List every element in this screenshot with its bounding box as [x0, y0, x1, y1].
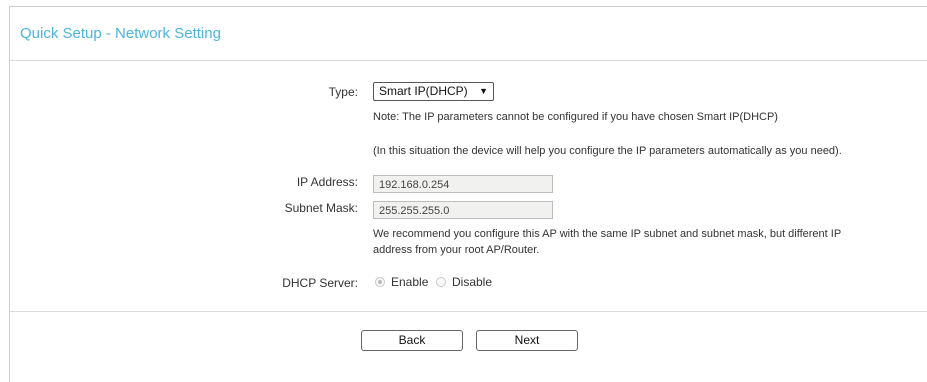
subnet-mask-label: Subnet Mask: [284, 201, 358, 215]
header-divider [10, 60, 927, 61]
type-select-value: Smart IP(DHCP) [379, 84, 468, 98]
type-note: Note: The IP parameters cannot be config… [373, 111, 778, 123]
setup-panel [9, 6, 927, 382]
next-button[interactable]: Next [476, 330, 578, 351]
dhcp-disable-label[interactable]: Disable [452, 275, 492, 289]
type-label: Type: [328, 85, 358, 99]
dhcp-enable-label[interactable]: Enable [391, 275, 428, 289]
dhcp-enable-radio[interactable] [375, 277, 385, 287]
chevron-down-icon: ▼ [479, 86, 488, 96]
recommendation-line-2: address from your root AP/Router. [373, 244, 540, 256]
type-select[interactable]: Smart IP(DHCP) ▼ [373, 82, 494, 101]
recommendation-line-1: We recommend you configure this AP with … [373, 228, 842, 240]
dhcp-server-label: DHCP Server: [282, 276, 358, 290]
dhcp-disable-radio[interactable] [436, 277, 446, 287]
footer-divider [10, 311, 927, 312]
subnet-mask-field[interactable]: 255.255.255.0 [373, 201, 553, 219]
type-explanation: (In this situation the device will help … [373, 145, 842, 157]
ip-address-field[interactable]: 192.168.0.254 [373, 175, 553, 193]
back-button[interactable]: Back [361, 330, 463, 351]
page-title: Quick Setup - Network Setting [20, 25, 221, 42]
ip-address-label: IP Address: [296, 175, 358, 189]
